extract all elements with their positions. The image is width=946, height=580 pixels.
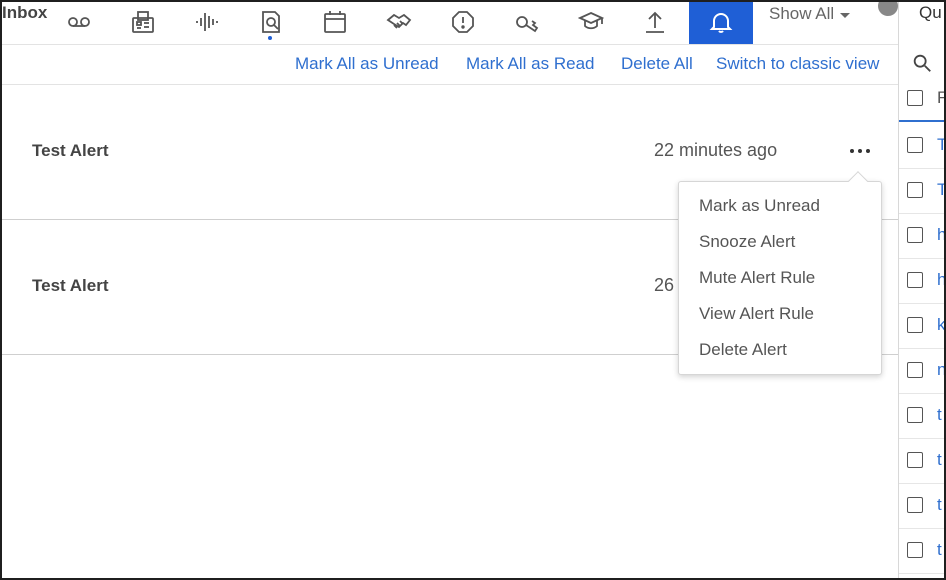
row-link[interactable]: t — [937, 450, 942, 470]
alert-title: Test Alert — [32, 276, 109, 295]
table-row[interactable]: T — [899, 124, 946, 169]
table-row[interactable]: t — [899, 529, 946, 574]
notifications-bell-button[interactable] — [689, 0, 753, 44]
row-checkbox[interactable] — [907, 227, 923, 243]
row-link[interactable]: t — [937, 495, 942, 515]
row-checkbox[interactable] — [907, 542, 923, 558]
table-row[interactable]: t — [899, 394, 946, 439]
menu-item-delete-alert[interactable]: Delete Alert — [699, 340, 787, 360]
table-row[interactable]: t — [899, 439, 946, 484]
inbox-tab[interactable]: Inbox — [2, 3, 47, 23]
column-header: F — [937, 88, 946, 107]
row-link[interactable]: k — [937, 315, 946, 335]
header-underline — [899, 120, 946, 122]
active-indicator-dot — [268, 36, 272, 40]
row-link[interactable]: t — [937, 540, 942, 560]
row-checkbox[interactable] — [907, 272, 923, 288]
alert-time: 26 — [654, 275, 675, 295]
select-all-checkbox[interactable] — [907, 90, 923, 106]
show-all-dropdown[interactable]: Show All — [769, 4, 851, 24]
alert-actions-bar: Mark All as Unread Mark All as Read Dele… — [0, 45, 898, 85]
mark-all-unread-link[interactable]: Mark All as Unread — [295, 54, 439, 74]
key-icon[interactable] — [507, 0, 547, 44]
row-link[interactable]: t — [937, 405, 942, 425]
table-row[interactable]: t — [899, 484, 946, 529]
row-link[interactable]: n — [937, 360, 946, 380]
row-checkbox[interactable] — [907, 362, 923, 378]
ellipsis-dot — [858, 149, 862, 153]
audio-waveform-icon[interactable] — [187, 0, 227, 44]
mark-all-read-link[interactable]: Mark All as Read — [466, 54, 595, 74]
row-link[interactable]: h — [937, 225, 946, 245]
calendar-icon[interactable] — [315, 0, 355, 44]
row-checkbox[interactable] — [907, 452, 923, 468]
show-all-label: Show All — [769, 4, 835, 23]
delete-all-link[interactable]: Delete All — [621, 54, 693, 74]
row-checkbox[interactable] — [907, 317, 923, 333]
row-checkbox[interactable] — [907, 407, 923, 423]
alert-octagon-icon[interactable] — [443, 0, 483, 44]
table-row[interactable]: n — [899, 349, 946, 394]
search-icon[interactable] — [911, 52, 935, 76]
right-side-panel: Qu F T Th h k n t t t t — [898, 0, 946, 580]
panel-tab[interactable]: Qu — [919, 3, 945, 23]
fax-icon[interactable] — [123, 0, 163, 44]
row-link[interactable]: h — [937, 270, 946, 290]
handshake-icon[interactable] — [379, 0, 419, 44]
row-checkbox[interactable] — [907, 182, 923, 198]
ellipsis-dot — [866, 149, 870, 153]
upload-icon[interactable] — [635, 0, 675, 44]
caret-down-icon — [840, 12, 851, 18]
graduation-cap-icon[interactable] — [571, 0, 611, 44]
alert-title: Test Alert — [32, 141, 109, 160]
alert-time: 22 minutes ago — [654, 140, 778, 160]
table-row[interactable]: h — [899, 259, 946, 304]
menu-item-snooze-alert[interactable]: Snooze Alert — [699, 232, 795, 252]
alert-context-menu: Mark as Unread Snooze Alert Mute Alert R… — [678, 181, 882, 375]
table-row[interactable]: k — [899, 304, 946, 349]
table-row[interactable]: T — [899, 169, 946, 214]
switch-classic-view-link[interactable]: Switch to classic view — [716, 54, 879, 74]
table-header-row: F — [899, 77, 946, 122]
menu-item-mark-unread[interactable]: Mark as Unread — [699, 196, 820, 216]
row-link[interactable]: T — [937, 180, 946, 200]
menu-item-view-alert-rule[interactable]: View Alert Rule — [699, 304, 814, 324]
bell-icon — [709, 13, 733, 33]
row-link[interactable]: T — [937, 135, 946, 155]
ellipsis-dot — [850, 149, 854, 153]
close-circle-icon[interactable] — [878, 0, 898, 16]
voicemail-icon[interactable] — [59, 0, 99, 44]
table-row[interactable]: h — [899, 214, 946, 259]
menu-item-mute-alert-rule[interactable]: Mute Alert Rule — [699, 268, 815, 288]
row-checkbox[interactable] — [907, 137, 923, 153]
top-toolbar: Inbox Show All — [0, 0, 898, 45]
more-options-button[interactable] — [847, 141, 873, 161]
row-checkbox[interactable] — [907, 497, 923, 513]
